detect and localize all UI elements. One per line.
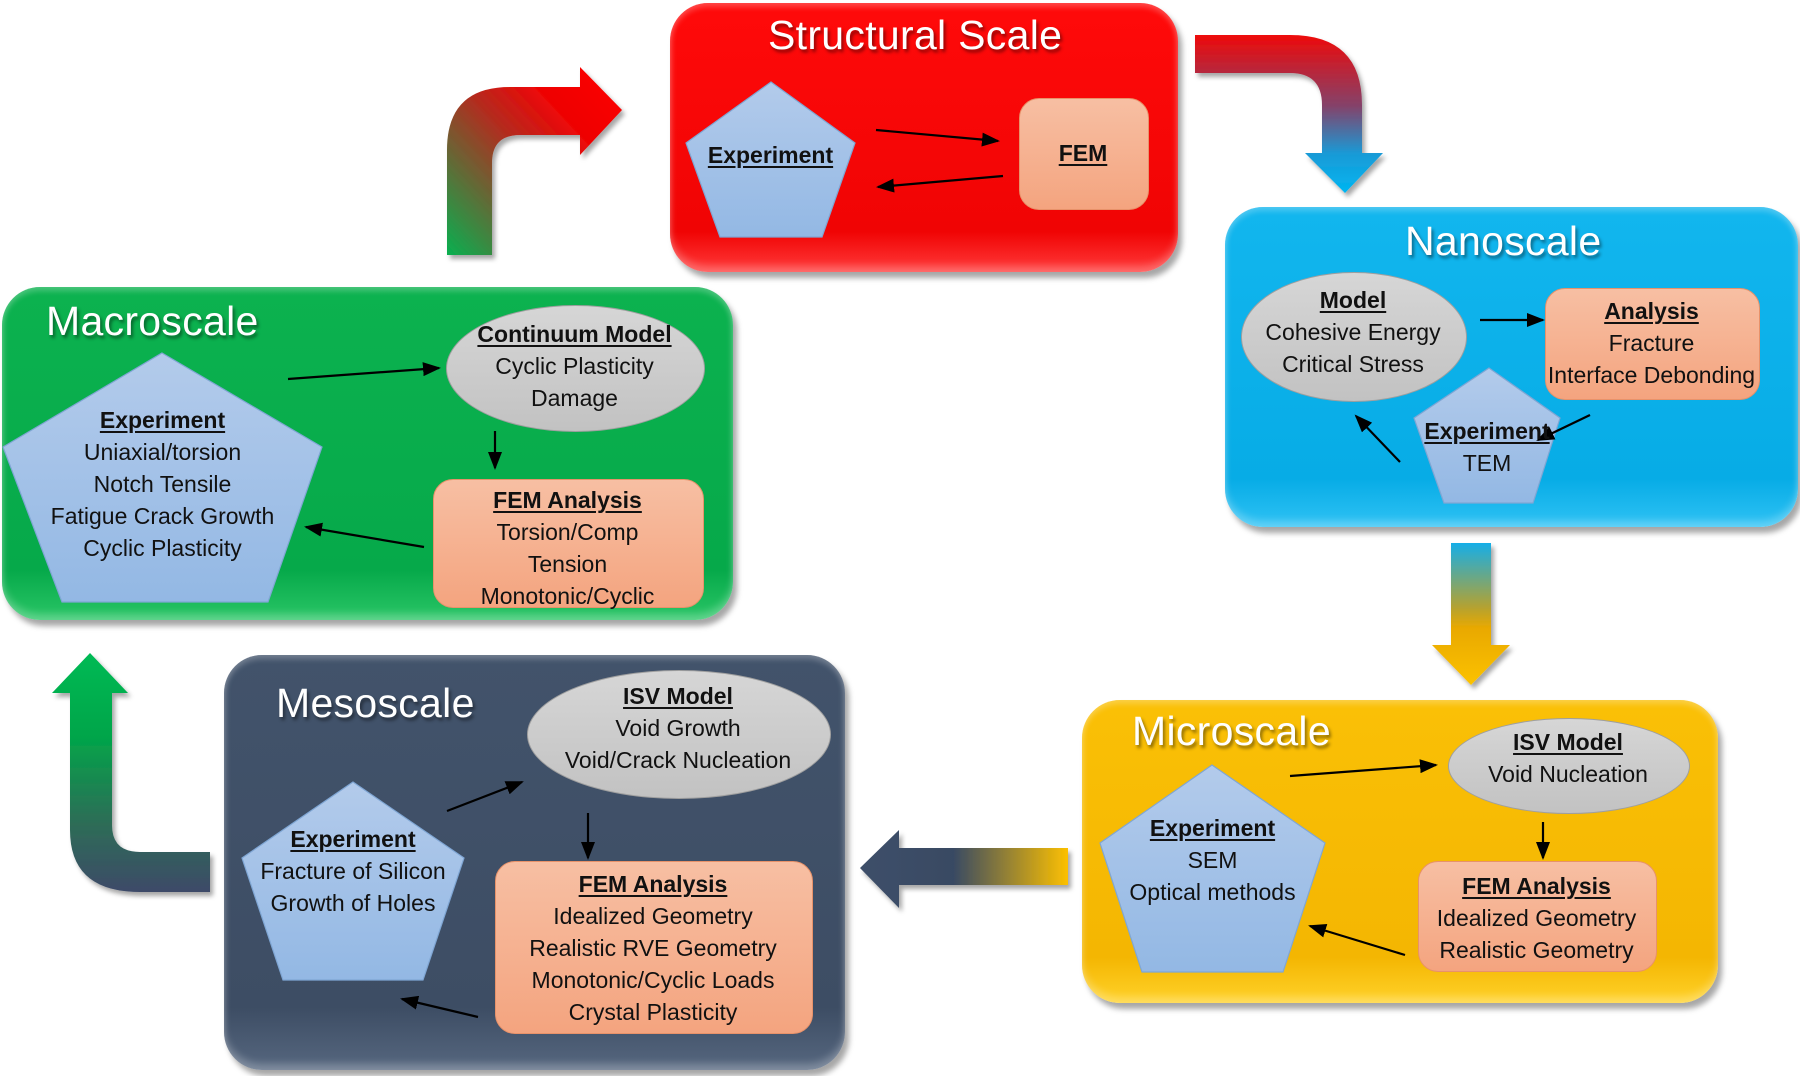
arrow-micro-fem-to-experiment [1308, 923, 1406, 957]
micro-experiment-node: Experiment SEM Optical methods [1100, 812, 1325, 912]
macro-fem-line: Tension [527, 551, 608, 577]
meso-fem-line: Crystal Plasticity [568, 999, 738, 1025]
macro-experiment-node: Experiment Uniaxial/torsion Notch Tensil… [3, 404, 322, 564]
nano-model-node: Model Cohesive Energy Critical Stress [1241, 282, 1465, 382]
meso-fem-line: Monotonic/Cyclic Loads [531, 967, 775, 993]
nano-experiment-heading: Experiment [1424, 418, 1550, 444]
nano-analysis-line: Interface Debonding [1547, 362, 1756, 388]
macro-experiment-line: Notch Tensile [93, 471, 232, 497]
macro-model-heading: Continuum Model [477, 321, 672, 347]
macro-fem-heading: FEM Analysis [493, 487, 642, 513]
meso-model-heading: ISV Model [623, 683, 733, 709]
structural-fem-node: FEM [1019, 133, 1147, 173]
micro-model-node: ISV Model Void Nucleation [1448, 726, 1688, 796]
nano-experiment-node: Experiment TEM [1414, 414, 1560, 480]
meso-model-line: Void/Crack Nucleation [564, 747, 792, 773]
macro-experiment-line: Cyclic Plasticity [83, 535, 242, 561]
macro-model-node: Continuum Model Cyclic Plasticity Damage [446, 316, 703, 416]
micro-fem-node: FEM Analysis Idealized Geometry Realisti… [1418, 870, 1655, 970]
macro-experiment-heading: Experiment [99, 407, 226, 433]
arrow-macro-experiment-to-model [287, 362, 441, 381]
nano-analysis-heading: Analysis [1604, 298, 1699, 324]
structural-fem-heading: FEM [1058, 140, 1108, 166]
meso-experiment-line: Growth of Holes [270, 890, 436, 916]
arrow-meso-experiment-to-model [446, 780, 524, 813]
macro-experiment-line: Fatigue Crack Growth [50, 503, 275, 529]
arrow-meso-fem-to-experiment [400, 995, 479, 1019]
micro-experiment-line: SEM [1187, 847, 1238, 873]
meso-experiment-node: Experiment Fracture of Silicon Growth of… [242, 823, 464, 923]
macro-fem-line: Torsion/Comp [496, 519, 639, 545]
meso-fem-node: FEM Analysis Idealized Geometry Realisti… [495, 868, 811, 1028]
nano-analysis-line: Fracture [1608, 330, 1695, 356]
arrow-macro-fem-to-experiment [304, 522, 425, 549]
micro-fem-line: Realistic Geometry [1439, 937, 1634, 963]
nano-model-line: Cohesive Energy [1265, 319, 1441, 345]
macro-fem-node: FEM Analysis Torsion/Comp Tension Monoto… [433, 484, 702, 612]
nano-experiment-line: TEM [1462, 450, 1512, 476]
macro-model-line: Cyclic Plasticity [495, 353, 654, 379]
arrow-structural-fem-to-experiment [876, 174, 1004, 193]
micro-experiment-heading: Experiment [1149, 815, 1276, 841]
structural-experiment-heading: Experiment [707, 142, 834, 168]
macro-experiment-line: Uniaxial/torsion [83, 439, 242, 465]
arrow-structural-experiment-to-fem [875, 128, 1000, 147]
meso-experiment-heading: Experiment [290, 826, 416, 852]
arrow-micro-experiment-to-model [1289, 759, 1438, 778]
meso-fem-line: Realistic RVE Geometry [529, 935, 777, 961]
micro-fem-heading: FEM Analysis [1462, 873, 1611, 899]
meso-fem-heading: FEM Analysis [578, 871, 728, 897]
meso-model-node: ISV Model Void Growth Void/Crack Nucleat… [527, 680, 829, 780]
nano-model-heading: Model [1319, 287, 1387, 313]
nano-model-line: Critical Stress [1282, 351, 1424, 377]
arrow-nano-experiment-to-model [1354, 414, 1401, 463]
micro-experiment-line: Optical methods [1129, 879, 1296, 905]
structural-experiment-node: Experiment [686, 135, 855, 175]
meso-experiment-line: Fracture of Silicon [260, 858, 446, 884]
nano-analysis-node: Analysis Fracture Interface Debonding [1545, 293, 1758, 393]
meso-model-line: Void Growth [615, 715, 741, 741]
macro-model-line: Damage [531, 385, 618, 411]
macro-fem-line: Monotonic/Cyclic [480, 583, 655, 609]
micro-fem-line: Idealized Geometry [1436, 905, 1637, 931]
meso-fem-line: Idealized Geometry [553, 903, 753, 929]
micro-model-line: Void Nucleation [1488, 761, 1648, 787]
micro-model-heading: ISV Model [1513, 729, 1623, 755]
